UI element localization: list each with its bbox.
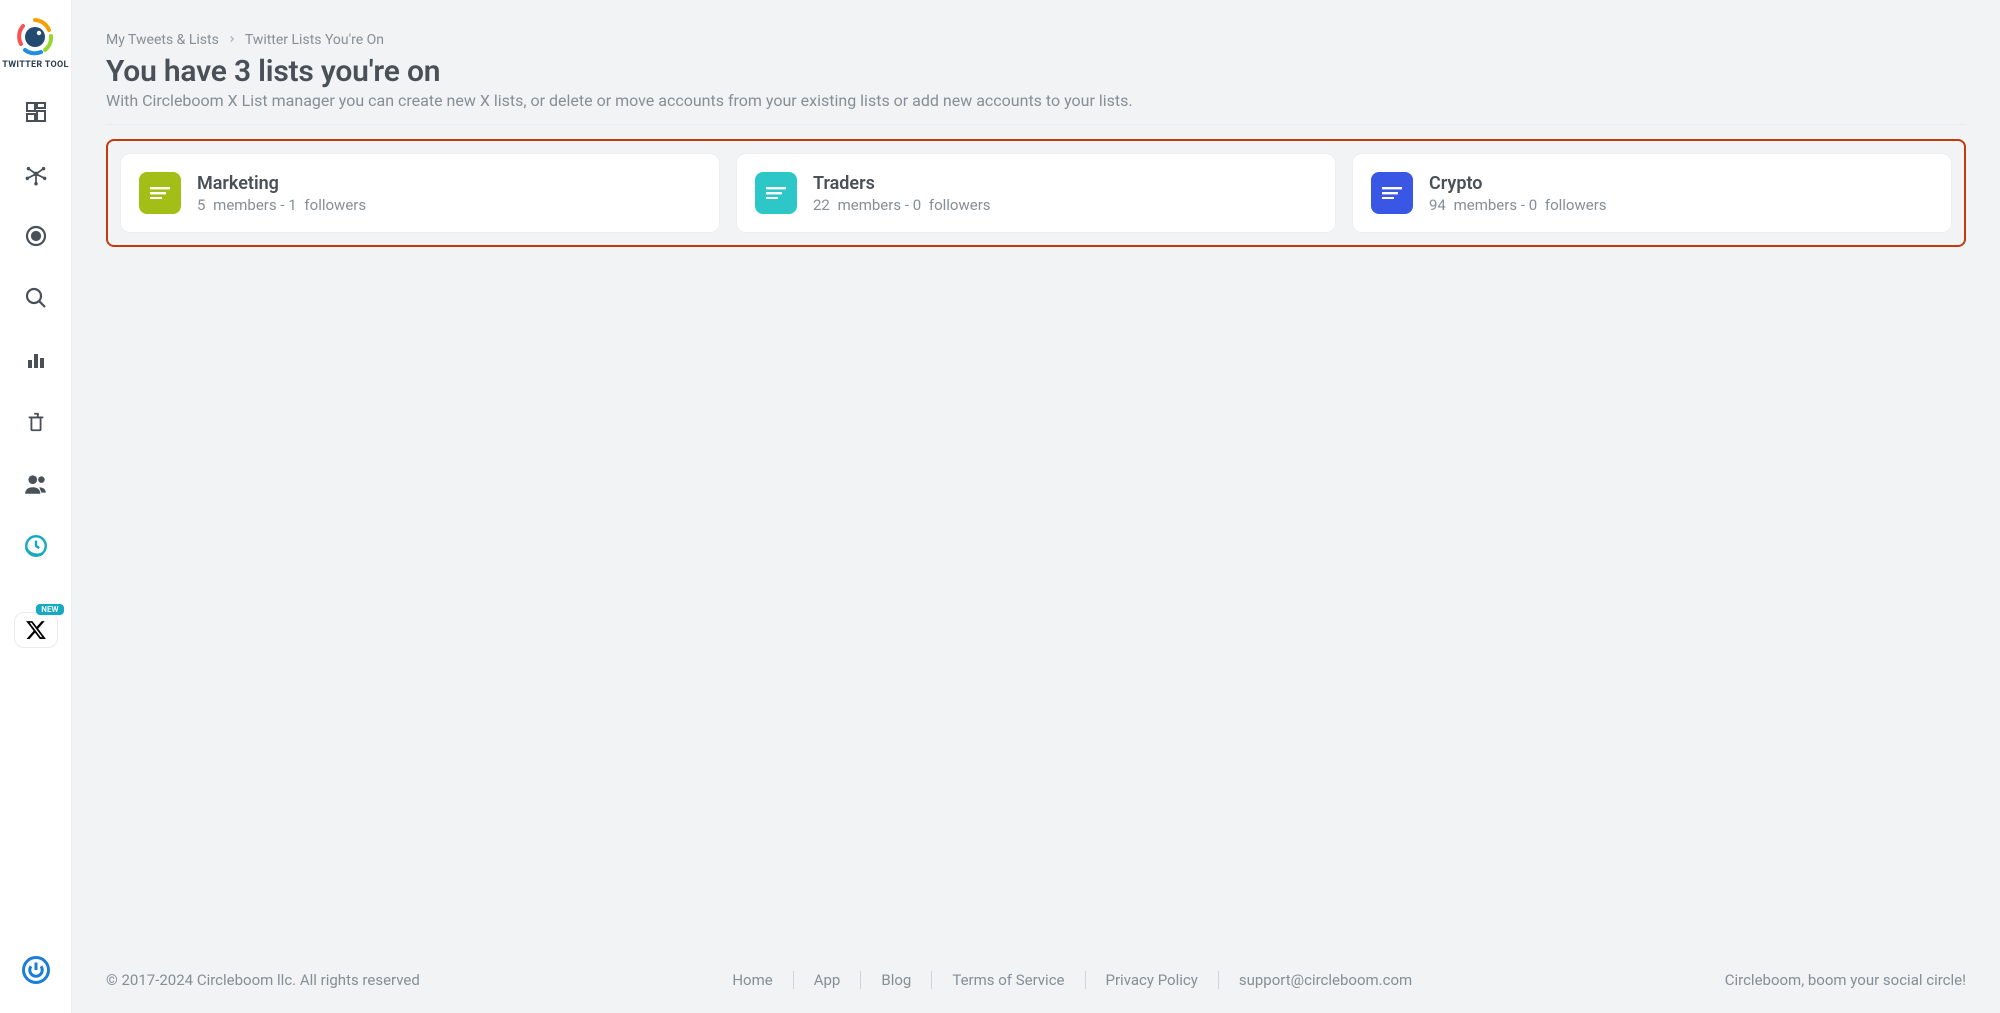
list-card[interactable]: Marketing 5 members - 1 followers [120,153,720,233]
network-icon[interactable] [22,160,50,188]
x-social-icon[interactable]: NEW [14,612,58,648]
list-name: Traders [813,173,991,194]
footer-links: Home App Blog Terms of Service Privacy P… [420,971,1725,989]
footer-copyright: © 2017-2024 Circleboom llc. All rights r… [106,971,420,989]
brand-logo[interactable]: TWITTER TOOL [2,16,68,70]
breadcrumb-current: Twitter Lists You're On [245,32,384,48]
footer-link-blog[interactable]: Blog [861,971,932,989]
main: My Tweets & Lists Twitter Lists You're O… [72,0,2000,1013]
target-icon[interactable] [22,222,50,250]
page-title: You have 3 lists you're on [106,54,1966,89]
dashboard-icon[interactable] [22,98,50,126]
breadcrumb: My Tweets & Lists Twitter Lists You're O… [106,32,1966,48]
footer-link-support[interactable]: support@circleboom.com [1219,971,1432,989]
list-info: Crypto 94 members - 0 followers [1429,173,1607,214]
list-icon [1371,172,1413,214]
sidebar-nav: NEW [14,98,58,648]
footer-tagline: Circleboom, boom your social circle! [1725,971,1966,989]
divider [106,124,1966,125]
new-badge: NEW [36,604,63,615]
footer: © 2017-2024 Circleboom llc. All rights r… [72,951,2000,1013]
brand-name: TWITTER TOOL [2,60,68,70]
logo-icon [15,16,55,56]
power-icon[interactable] [21,955,51,989]
sidebar: TWITTER TOOL [0,0,72,1013]
list-card[interactable]: Traders 22 members - 0 followers [736,153,1336,233]
list-info: Marketing 5 members - 1 followers [197,173,366,214]
breadcrumb-parent[interactable]: My Tweets & Lists [106,32,219,48]
list-icon [755,172,797,214]
page-subtitle: With Circleboom X List manager you can c… [106,91,1966,110]
people-icon[interactable] [22,470,50,498]
trash-icon[interactable] [22,408,50,436]
schedule-icon[interactable] [22,532,50,560]
lists-grid-highlighted: Marketing 5 members - 1 followers Trad [106,139,1966,247]
list-icon [139,172,181,214]
footer-link-home[interactable]: Home [712,971,793,989]
search-icon[interactable] [22,284,50,312]
footer-link-tos[interactable]: Terms of Service [932,971,1085,989]
list-meta: 22 members - 0 followers [813,196,991,214]
list-meta: 94 members - 0 followers [1429,196,1607,214]
footer-link-app[interactable]: App [794,971,862,989]
analytics-icon[interactable] [22,346,50,374]
list-name: Marketing [197,173,366,194]
list-meta: 5 members - 1 followers [197,196,366,214]
footer-link-privacy[interactable]: Privacy Policy [1086,971,1219,989]
list-info: Traders 22 members - 0 followers [813,173,991,214]
chevron-right-icon [227,32,237,48]
content: My Tweets & Lists Twitter Lists You're O… [72,0,2000,951]
list-name: Crypto [1429,173,1607,194]
list-card[interactable]: Crypto 94 members - 0 followers [1352,153,1952,233]
